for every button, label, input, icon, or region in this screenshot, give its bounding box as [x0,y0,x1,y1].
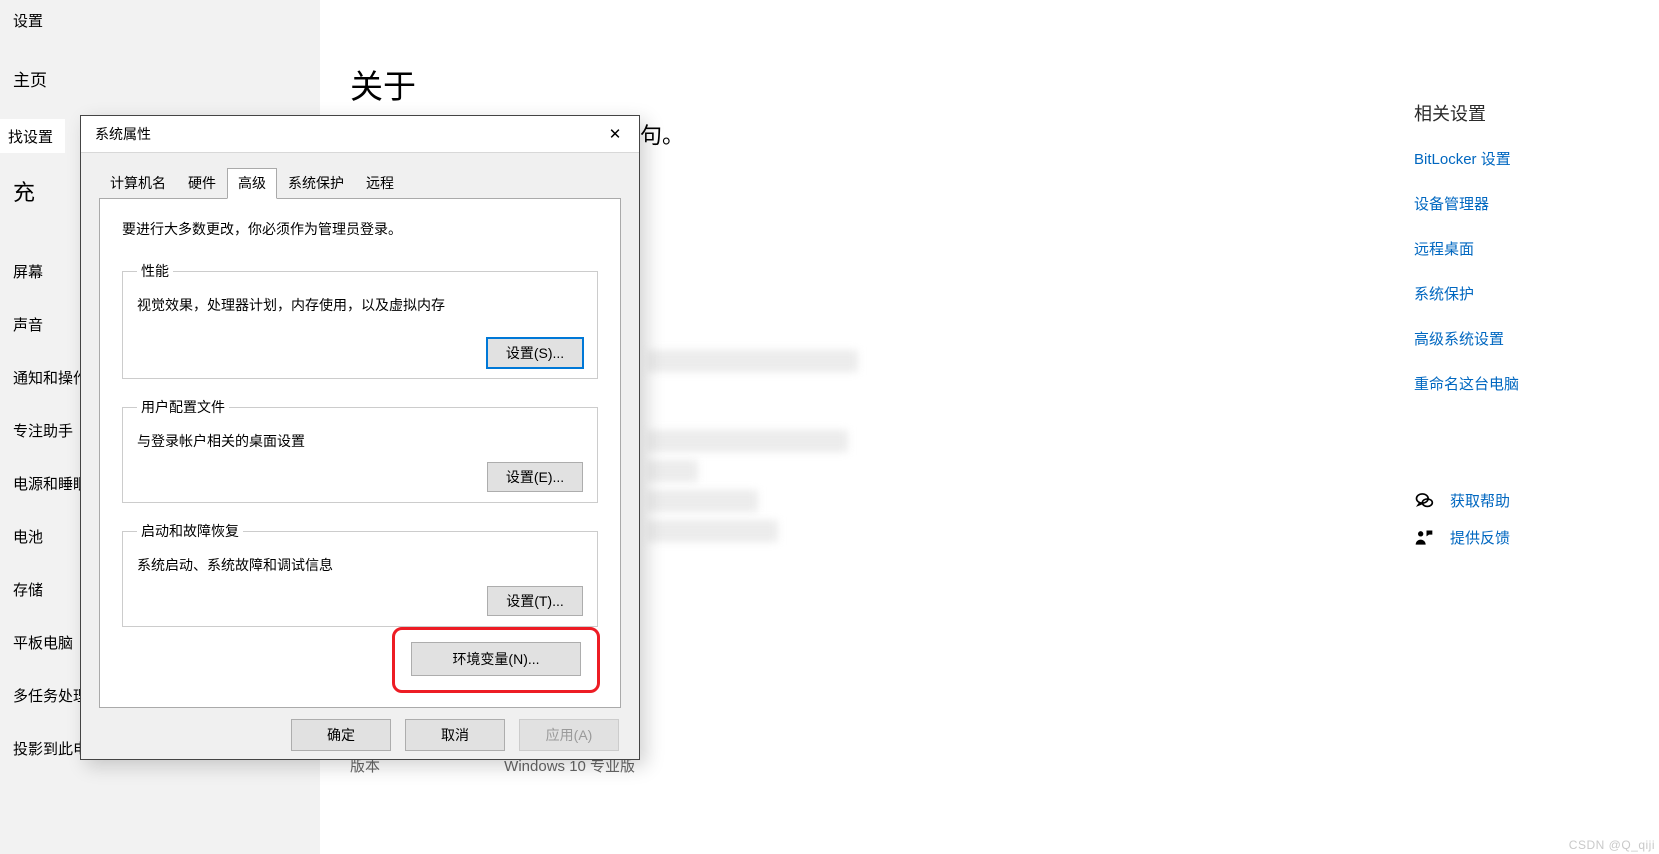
sidebar-item-label: 专注助手 [13,423,73,440]
link-advanced-system[interactable]: 高级系统设置 [1414,328,1649,349]
tab-computer-name[interactable]: 计算机名 [99,168,177,199]
close-button[interactable]: ✕ [591,116,639,152]
startup-recovery-group: 启动和故障恢复 系统启动、系统故障和调试信息 设置(T)... [122,521,598,627]
dialog-title: 系统属性 [95,124,151,144]
link-rename-pc[interactable]: 重命名这台电脑 [1414,373,1649,394]
dialog-footer: 确定 取消 应用(A) [81,711,639,759]
sidebar-item-label: 电源和睡眠 [13,476,88,493]
link-system-protection[interactable]: 系统保护 [1414,283,1649,304]
tab-label: 计算机名 [110,175,166,191]
link-remote-desktop[interactable]: 远程桌面 [1414,238,1649,259]
ok-button[interactable]: 确定 [291,719,391,751]
dialog-titlebar[interactable]: 系统属性 ✕ [81,116,639,152]
feedback-row[interactable]: 提供反馈 [1414,527,1649,548]
link-get-help[interactable]: 获取帮助 [1450,490,1510,511]
tab-strip: 计算机名 硬件 高级 系统保护 远程 [99,167,621,198]
redacted-strip [648,430,848,452]
performance-settings-button[interactable]: 设置(S)... [487,338,583,368]
group-desc: 系统启动、系统故障和调试信息 [137,555,583,575]
sidebar-item-label: 多任务处理 [13,688,88,705]
group-legend: 性能 [137,261,173,281]
sidebar-item-label: 平板电脑 [13,635,73,652]
sidebar-item-label: 通知和操作 [13,370,88,387]
sidebar-item-label: 电池 [13,529,43,546]
sidebar-home[interactable]: 主页 [0,41,320,101]
link-bitlocker[interactable]: BitLocker 设置 [1414,148,1649,169]
performance-group: 性能 视觉效果，处理器计划，内存使用，以及虚拟内存 设置(S)... [122,261,598,379]
sidebar-item-label: 屏幕 [13,264,43,281]
tab-label: 系统保护 [288,175,344,191]
tab-label: 硬件 [188,175,216,191]
sidebar-item-label: 声音 [13,317,43,334]
redacted-strip [648,490,758,512]
group-legend: 启动和故障恢复 [137,521,243,541]
dialog-body: 计算机名 硬件 高级 系统保护 远程 要进行大多数更改，你必须作为管理员登录。 … [81,152,639,711]
settings-title: 设置 [0,0,320,41]
admin-note: 要进行大多数更改，你必须作为管理员登录。 [122,219,598,239]
related-settings-panel: 相关设置 BitLocker 设置 设备管理器 远程桌面 系统保护 高级系统设置… [1414,100,1659,564]
version-value: Windows 10 专业版 [504,758,635,775]
get-help-row[interactable]: 获取帮助 [1414,490,1649,511]
group-legend: 用户配置文件 [137,397,229,417]
trailing-text: 句。 [640,118,684,150]
sidebar-item-label: 存储 [13,582,43,599]
tab-label: 远程 [366,175,394,191]
user-profiles-group: 用户配置文件 与登录帐户相关的桌面设置 设置(E)... [122,397,598,503]
link-feedback[interactable]: 提供反馈 [1450,527,1510,548]
redacted-strip [648,350,858,372]
sidebar-item-label: 投影到此电 [13,741,88,758]
related-settings-heading: 相关设置 [1414,100,1649,126]
close-icon: ✕ [609,125,622,143]
cancel-button[interactable]: 取消 [405,719,505,751]
tab-system-protection[interactable]: 系统保护 [277,168,355,199]
redacted-strip [648,520,778,542]
system-properties-dialog: 系统属性 ✕ 计算机名 硬件 高级 系统保护 远程 要进行大多数更改，你必须作为… [80,115,640,760]
user-profiles-settings-button[interactable]: 设置(E)... [487,462,583,492]
tab-label: 高级 [238,175,266,191]
tab-hardware[interactable]: 硬件 [177,168,227,199]
tab-remote[interactable]: 远程 [355,168,405,199]
apply-button: 应用(A) [519,719,619,751]
feedback-person-icon [1414,528,1434,548]
startup-recovery-settings-button[interactable]: 设置(T)... [487,586,583,616]
tab-panel-advanced: 要进行大多数更改，你必须作为管理员登录。 性能 视觉效果，处理器计划，内存使用，… [99,198,621,708]
tab-advanced[interactable]: 高级 [227,168,277,199]
env-variables-highlight: 环境变量(N)... [392,627,600,693]
help-chat-icon [1414,491,1434,511]
environment-variables-button[interactable]: 环境变量(N)... [411,642,581,676]
group-desc: 与登录帐户相关的桌面设置 [137,431,583,451]
search-input[interactable] [0,119,65,153]
link-device-manager[interactable]: 设备管理器 [1414,193,1649,214]
watermark: CSDN @Q_qiji [1569,838,1655,852]
group-desc: 视觉效果，处理器计划，内存使用，以及虚拟内存 [137,295,583,315]
redacted-strip [648,460,698,482]
